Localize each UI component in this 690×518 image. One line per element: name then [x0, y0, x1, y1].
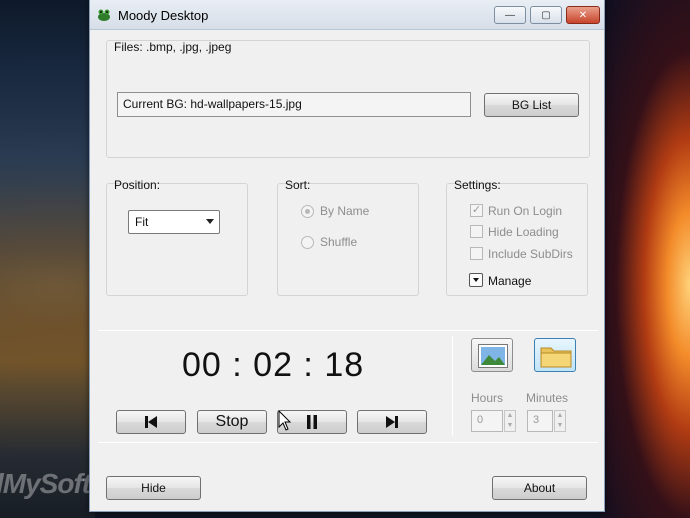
desktop-wallpaper-left: [0, 0, 95, 518]
app-window: Moody Desktop — ▢ ✕ Files: .bmp, .jpg, .…: [89, 0, 605, 512]
separator-vertical: [452, 336, 453, 436]
chevron-down-icon: [206, 219, 214, 224]
folder-button[interactable]: [534, 338, 576, 372]
close-button[interactable]: ✕: [566, 6, 600, 24]
app-frog-icon: [98, 9, 110, 21]
include-subdirs-checkbox[interactable]: [470, 247, 483, 260]
include-subdirs-label: Include SubDirs: [488, 247, 573, 261]
position-selected-value: Fit: [135, 215, 149, 229]
separator-bottom: [98, 442, 598, 443]
landscape-picture-icon: [478, 344, 508, 368]
sort-by-name-radio[interactable]: [301, 205, 314, 218]
hours-input[interactable]: 0: [471, 410, 503, 432]
watermark-text: lMySoft: [0, 468, 91, 499]
sort-shuffle-radio[interactable]: [301, 236, 314, 249]
minutes-input[interactable]: 3: [527, 410, 553, 432]
bg-list-button[interactable]: BG List: [484, 93, 579, 117]
minimize-button[interactable]: —: [494, 6, 526, 24]
position-select[interactable]: Fit: [128, 210, 220, 234]
wallpaper-image-button[interactable]: [471, 338, 513, 372]
sort-shuffle-label: Shuffle: [320, 235, 358, 249]
next-button[interactable]: [357, 410, 427, 434]
current-bg-field[interactable]: Current BG: hd-wallpapers-15.jpg: [117, 92, 471, 117]
stop-button[interactable]: Stop: [197, 410, 267, 434]
hours-label: Hours: [471, 391, 504, 405]
settings-label: Settings:: [454, 178, 501, 192]
desktop-wallpaper-right: [600, 0, 690, 518]
sort-label: Sort:: [285, 178, 311, 192]
maximize-button[interactable]: ▢: [530, 6, 562, 24]
hide-loading-checkbox[interactable]: [470, 225, 483, 238]
position-label: Position:: [114, 178, 161, 192]
manage-dropdown-icon[interactable]: [469, 273, 483, 287]
minutes-label: Minutes: [526, 391, 569, 405]
minutes-stepper[interactable]: ▲ ▼: [554, 410, 566, 432]
folder-icon: [540, 347, 572, 368]
hours-stepper[interactable]: ▲ ▼: [504, 410, 516, 432]
sort-by-name-label: By Name: [320, 204, 370, 218]
run-on-login-checkbox[interactable]: ✓: [470, 204, 483, 217]
skip-back-icon: [145, 416, 157, 428]
countdown-timer: 00 : 02 : 18: [182, 346, 365, 384]
skip-forward-icon: [386, 416, 398, 428]
hide-button[interactable]: Hide: [106, 476, 201, 500]
previous-button[interactable]: [116, 410, 186, 434]
run-on-login-label: Run On Login: [488, 204, 563, 218]
title-bar[interactable]: Moody Desktop — ▢ ✕: [90, 0, 604, 30]
mouse-cursor-icon: [278, 410, 292, 431]
about-button[interactable]: About: [492, 476, 587, 500]
manage-label[interactable]: Manage: [488, 274, 531, 288]
position-group: [106, 183, 248, 296]
separator-top: [98, 330, 598, 331]
pause-icon: [307, 415, 317, 429]
window-title: Moody Desktop: [118, 8, 209, 23]
files-label: Files: .bmp, .jpg, .jpeg: [114, 40, 232, 54]
hide-loading-label: Hide Loading: [488, 225, 559, 239]
